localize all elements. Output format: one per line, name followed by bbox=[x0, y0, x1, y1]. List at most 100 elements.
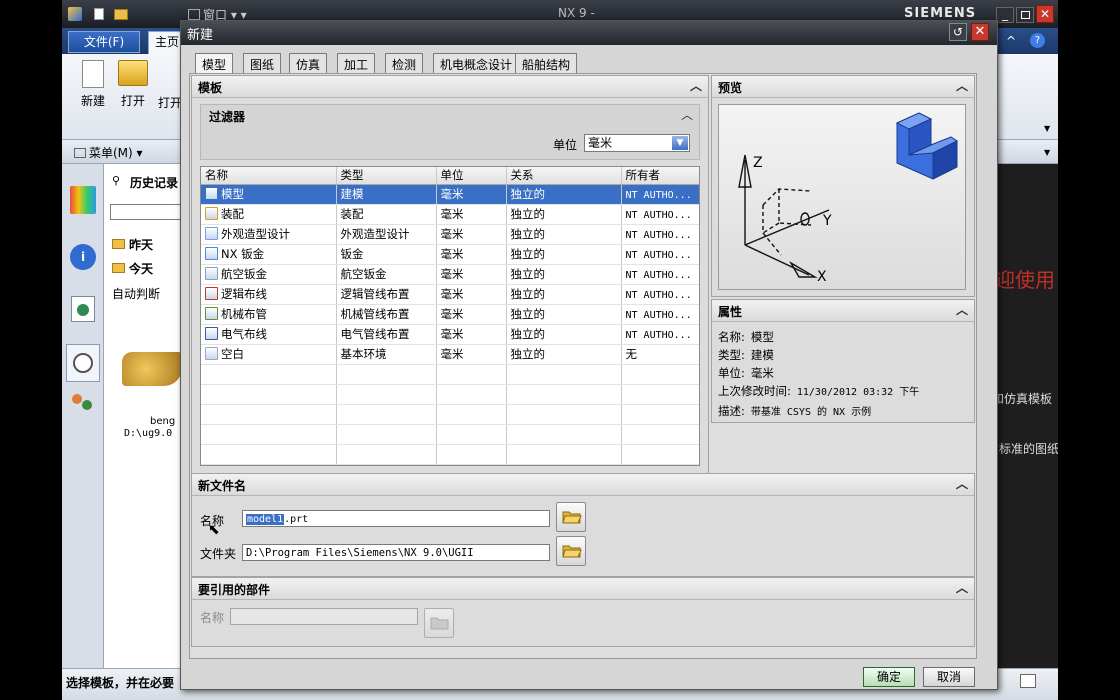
properties-collapse-chevron-icon[interactable]: ︿ bbox=[954, 302, 970, 318]
cell-unit-text: 毫米 bbox=[440, 347, 464, 361]
name-field-extension: .prt bbox=[284, 514, 309, 525]
minimize-button[interactable]: _ bbox=[996, 7, 1014, 23]
tab-mechatronics[interactable]: 机电概念设计 bbox=[433, 53, 520, 73]
ref-collapse-chevron-icon[interactable]: ︿ bbox=[954, 580, 970, 596]
folder-browse-button[interactable] bbox=[556, 536, 586, 566]
history-search-input[interactable] bbox=[110, 204, 182, 220]
col-header-unit[interactable]: 单位 bbox=[436, 167, 507, 185]
filter-header: 过滤器 bbox=[209, 110, 246, 124]
ribbon-open-button[interactable]: 打开 bbox=[116, 60, 150, 109]
table-row[interactable]: NX 钣金 钣金 毫米 独立的 NT AUTHO... bbox=[201, 244, 699, 265]
template-icon bbox=[205, 267, 218, 280]
new-file-dialog: 新建 ↺ ✕ 模型 图纸 仿真 加工 检测 机电概念设计 船舶结构 模板 ︿ 过滤… bbox=[180, 20, 998, 690]
ribbon-collapse-icon[interactable]: ^ bbox=[1006, 34, 1016, 48]
qa-new-icon[interactable] bbox=[94, 8, 104, 20]
ribbon-scroll-arrow[interactable]: ▼ bbox=[1044, 124, 1050, 133]
ribbon-open-recent-label[interactable]: 打开 bbox=[158, 94, 182, 111]
info-icon[interactable]: i bbox=[70, 244, 96, 270]
table-row[interactable]: 空白 基本环境 毫米 独立的 无 bbox=[201, 344, 699, 365]
maximize-button[interactable] bbox=[1016, 7, 1034, 23]
menu-button[interactable]: 菜单(M) ▾ bbox=[74, 144, 143, 161]
cell-owner-text: 无 bbox=[625, 347, 638, 361]
cell-unit: 毫米 bbox=[436, 304, 507, 325]
empty-cell bbox=[336, 364, 437, 385]
cell-owner-text: NT AUTHO... bbox=[625, 330, 692, 341]
chevron-down-icon[interactable]: ▼ bbox=[672, 136, 688, 150]
cell-name-text: 装配 bbox=[221, 207, 244, 221]
tab-manufacturing[interactable]: 加工 bbox=[337, 53, 376, 73]
ribbon-open-label: 打开 bbox=[120, 94, 145, 108]
web-browser-icon[interactable] bbox=[71, 296, 95, 322]
roles-icon[interactable] bbox=[70, 390, 96, 416]
ribbon-new-button[interactable]: 新建 bbox=[76, 60, 110, 109]
ok-button[interactable]: 确定 bbox=[863, 667, 915, 687]
cell-unit: 毫米 bbox=[436, 284, 507, 305]
history-icon[interactable] bbox=[66, 344, 100, 382]
cell-name-text: 逻辑布线 bbox=[221, 287, 267, 301]
file-tab[interactable]: 文件(F) bbox=[68, 31, 140, 53]
tab-drawing[interactable]: 图纸 bbox=[243, 53, 282, 73]
preview-collapse-chevron-icon[interactable]: ︿ bbox=[954, 78, 970, 94]
cell-relation: 独立的 bbox=[506, 224, 622, 245]
filter-collapse-chevron-icon[interactable]: ︿ bbox=[679, 107, 695, 123]
dialog-reset-icon[interactable]: ↺ bbox=[949, 23, 967, 41]
template-icon bbox=[205, 247, 218, 260]
table-row[interactable]: 外观造型设计 外观造型设计 毫米 独立的 NT AUTHO... bbox=[201, 224, 699, 245]
col-header-type[interactable]: 类型 bbox=[336, 167, 437, 185]
cell-owner: NT AUTHO... bbox=[621, 264, 699, 285]
col-header-relation[interactable]: 关系 bbox=[506, 167, 622, 185]
cell-name: 装配 bbox=[201, 204, 337, 225]
cell-type: 装配 bbox=[336, 204, 437, 225]
folder-field-label: 文件夹 bbox=[200, 547, 237, 561]
collapse-chevron-icon[interactable]: ︿ bbox=[688, 78, 704, 94]
col-header-owner[interactable]: 所有者 bbox=[621, 167, 699, 185]
status-window-icon[interactable] bbox=[1020, 674, 1036, 688]
history-group-yesterday[interactable]: 昨天 bbox=[112, 236, 153, 253]
assembly-navigator-icon[interactable] bbox=[70, 186, 96, 214]
table-row[interactable]: 装配 装配 毫米 独立的 NT AUTHO... bbox=[201, 204, 699, 225]
cell-name: NX 钣金 bbox=[201, 244, 337, 265]
axis-x-label: X bbox=[817, 269, 827, 285]
empty-cell bbox=[336, 424, 437, 445]
tab-model[interactable]: 模型 bbox=[195, 53, 234, 74]
menubar-arrow[interactable]: ▼ bbox=[1044, 148, 1050, 157]
history-auto-label: 自动判断 bbox=[112, 287, 161, 301]
newfile-collapse-chevron-icon[interactable]: ︿ bbox=[954, 476, 970, 492]
empty-cell bbox=[336, 384, 437, 405]
history-group-today[interactable]: 今天 bbox=[112, 260, 153, 277]
tab-simulation[interactable]: 仿真 bbox=[289, 53, 328, 73]
table-row[interactable]: 模型 建模 毫米 独立的 NT AUTHO... bbox=[201, 184, 699, 205]
unit-select[interactable]: 毫米 ▼ bbox=[584, 134, 690, 152]
table-row[interactable]: 电气布线 电气管线布置 毫米 独立的 NT AUTHO... bbox=[201, 324, 699, 345]
property-label: 描述: bbox=[718, 404, 745, 418]
cancel-button[interactable]: 取消 bbox=[923, 667, 975, 687]
ref-browse-button bbox=[424, 608, 454, 638]
cell-type: 基本环境 bbox=[336, 344, 437, 365]
table-row[interactable]: 航空钣金 航空钣金 毫米 独立的 NT AUTHO... bbox=[201, 264, 699, 285]
cell-owner-text: NT AUTHO... bbox=[625, 270, 692, 281]
name-field[interactable]: model1.prt bbox=[242, 510, 550, 527]
dialog-close-button[interactable]: ✕ bbox=[971, 23, 989, 41]
unit-select-value: 毫米 bbox=[588, 136, 613, 150]
name-browse-button[interactable] bbox=[556, 502, 586, 532]
empty-cell bbox=[621, 444, 699, 465]
col-header-name[interactable]: 名称 bbox=[201, 167, 337, 185]
pin-icon[interactable]: ⚲ bbox=[112, 174, 120, 187]
property-value: 建模 bbox=[750, 348, 774, 362]
qa-open-icon[interactable] bbox=[114, 9, 128, 20]
folder-field[interactable] bbox=[242, 544, 550, 561]
cell-name: 空白 bbox=[201, 344, 337, 365]
help-icon[interactable]: ? bbox=[1030, 33, 1045, 48]
cell-relation: 独立的 bbox=[506, 284, 622, 305]
cell-owner-text: NT AUTHO... bbox=[625, 230, 692, 241]
table-row[interactable]: 机械布管 机械管线布置 毫米 独立的 NT AUTHO... bbox=[201, 304, 699, 325]
history-part-thumbnail[interactable] bbox=[122, 352, 182, 386]
tab-inspection[interactable]: 检测 bbox=[385, 53, 424, 73]
tab-ship-structure[interactable]: 船舶结构 bbox=[515, 53, 578, 73]
empty-cell bbox=[621, 404, 699, 425]
table-row[interactable]: 逻辑布线 逻辑管线布置 毫米 独立的 NT AUTHO... bbox=[201, 284, 699, 305]
welcome-text-1: 和仿真模板 bbox=[992, 392, 1053, 406]
close-button[interactable]: ✕ bbox=[1036, 5, 1054, 23]
app-window-title: NX 9 - bbox=[558, 6, 595, 20]
cell-relation: 独立的 bbox=[506, 304, 622, 325]
